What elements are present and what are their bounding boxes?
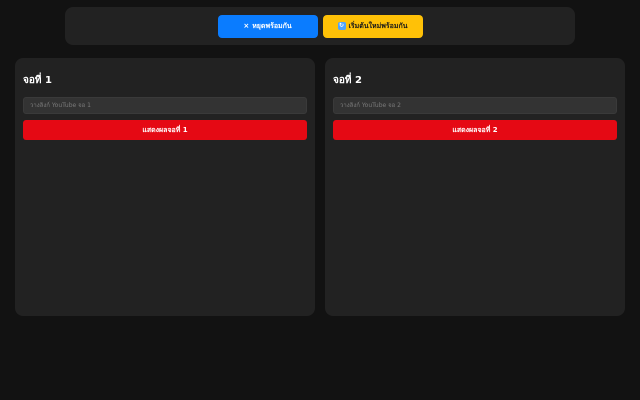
control-bar: × หยุดพร้อมกัน ↻ เริ่มต้นใหม่พร้อมกัน	[65, 7, 575, 45]
restart-all-button[interactable]: ↻ เริ่มต้นใหม่พร้อมกัน	[322, 14, 423, 38]
screen-panel-1: จอที่ 1 แสดงผลจอที่ 1	[15, 58, 315, 316]
pause-all-label: หยุดพร้อมกัน	[252, 21, 292, 30]
show-screen-2-button[interactable]: แสดงผลจอที่ 2	[333, 120, 617, 140]
screens-container: จอที่ 1 แสดงผลจอที่ 1 จอที่ 2 แสดงผลจอที…	[15, 58, 625, 316]
youtube-link-input-1[interactable]	[23, 97, 307, 114]
show-screen-1-button[interactable]: แสดงผลจอที่ 1	[23, 120, 307, 140]
screen-title: จอที่ 2	[333, 75, 362, 86]
close-icon: ×	[243, 21, 250, 30]
youtube-link-input-2[interactable]	[333, 97, 617, 114]
refresh-icon: ↻	[337, 22, 346, 30]
restart-all-label: เริ่มต้นใหม่พร้อมกัน	[348, 21, 408, 30]
pause-all-button[interactable]: × หยุดพร้อมกัน	[217, 14, 318, 38]
screen-title: จอที่ 1	[23, 75, 52, 86]
screen-panel-2: จอที่ 2 แสดงผลจอที่ 2	[325, 58, 625, 316]
